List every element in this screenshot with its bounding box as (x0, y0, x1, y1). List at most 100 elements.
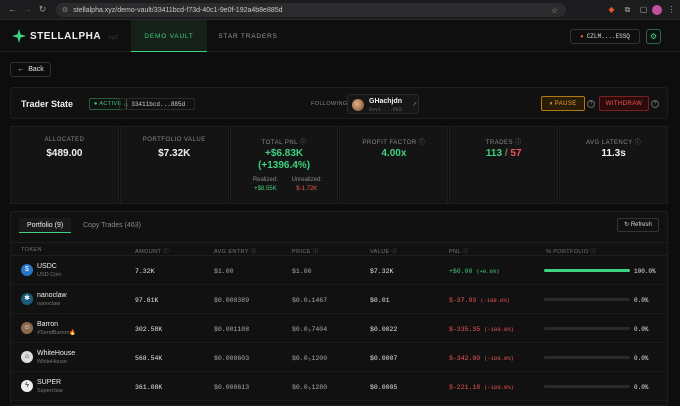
browser-menu-icon[interactable]: ⋮ (666, 4, 677, 15)
token-name: #SendBarron🔥 (37, 330, 77, 336)
table-row[interactable]: ϟ SUPER Superclaw 361.08K $0.000613 $0.0₅1280… (11, 373, 667, 401)
token-avg-entry: $0.000603 (214, 355, 250, 362)
profit-factor-info-icon[interactable]: ⓘ (419, 140, 426, 146)
reload-icon[interactable]: ↻ (36, 4, 49, 15)
table-row[interactable]: ⌂ WhiteHouse WhiteHouse 568.54K $0.000603 $0.… (11, 344, 667, 372)
claw-icon: ✱ (21, 293, 33, 305)
col-portfolio-pct-label: % PORTFOLIO (546, 249, 589, 255)
extension-fox-icon[interactable]: ◆ (606, 4, 617, 15)
refresh-label: Refresh (630, 222, 652, 228)
stat-allocated: ALLOCATED $489.00 (10, 126, 119, 204)
token-pnl: $-335.35 (-100.0%) (449, 326, 514, 333)
tab-demo-vault[interactable]: DEMO VAULT (131, 20, 207, 52)
bookmark-star-icon[interactable]: ☆ (551, 6, 558, 15)
token-price: $0.0₅7404 (292, 326, 328, 333)
portfolio-percent: 0.0% (634, 384, 649, 391)
portfolio-share-fill (544, 269, 630, 272)
forward-arrow-icon[interactable]: → (21, 4, 34, 14)
app-header: STELLALPHA .xyz DEMO VAULT STAR TRADERS … (0, 20, 680, 52)
token-name: Superclaw (37, 388, 63, 394)
trader-state-title: Trader State (21, 99, 74, 109)
portfolio-share-bar (544, 385, 630, 388)
address-bar[interactable]: ⚙ stellalpha.xyz/demo-vault/33411bcd-f73… (56, 3, 566, 17)
withdraw-button[interactable]: WITHDRAW (599, 96, 649, 111)
trades-value: 113 / 57 (450, 148, 557, 159)
site-info-icon[interactable]: ⚙ (62, 6, 68, 14)
unrealized-label: Unrealized: (291, 177, 322, 183)
pnl-percent: (-100.0%) (484, 384, 514, 391)
followed-trader-address: 8xvt....PKS (369, 107, 403, 113)
token-symbol: USDC (37, 263, 57, 270)
stat-label: TOTAL PNL ⓘ (231, 137, 338, 146)
pnl-percent: (-100.0%) (484, 355, 514, 362)
back-button[interactable]: ← Back (10, 62, 51, 77)
brand-logo[interactable]: STELLALPHA .xyz (12, 29, 118, 43)
back-arrow-icon[interactable]: ← (6, 4, 19, 14)
col-avg-entry[interactable]: AVG ENTRY ⓘ (214, 247, 257, 255)
pnl-percent: (-100.0%) (480, 297, 510, 304)
col-portfolio-pct[interactable]: % PORTFOLIO ⓘ (546, 247, 596, 255)
withdraw-info-icon[interactable]: ? (651, 100, 659, 108)
table-row[interactable]: ✱ nanoclaw nanoclaw 97.61K $0.000389 $0.0₄146… (11, 286, 667, 314)
trades-wins: 113 (485, 148, 503, 159)
token-value: $0.01 (370, 297, 390, 304)
table-row[interactable]: ☺ Barron #SendBarron🔥 302.58K $0.001108 $0.0₅… (11, 315, 667, 343)
portfolio-panel: Portfolio (9) Copy Trades (463) ↻ Refres… (10, 211, 668, 406)
wallet-address: CZLM....ESSQ (586, 33, 630, 40)
col-value[interactable]: VALUE ⓘ (370, 247, 397, 255)
profit-factor-label: PROFIT FACTOR (362, 140, 417, 146)
portfolio-percent: 0.0% (634, 326, 649, 333)
token-avg-entry: $0.001108 (214, 326, 250, 333)
latency-info-icon[interactable]: ⓘ (635, 140, 642, 146)
token-pnl: $-221.18 (-100.0%) (449, 384, 514, 391)
profile-avatar[interactable] (652, 5, 662, 15)
token-amount: 7.32K (135, 268, 155, 275)
external-link-icon[interactable]: ↗ (412, 101, 417, 108)
stat-trades: TRADES ⓘ 113 / 57 (449, 126, 559, 204)
token-amount: 361.08K (135, 384, 163, 391)
followed-trader-card[interactable]: GHachjdn 8xvt....PKS ↗ (347, 94, 419, 114)
refresh-button[interactable]: ↻ Refresh (617, 218, 659, 232)
settings-gear-icon[interactable]: ⚙ (646, 29, 661, 44)
tab-copy-trades[interactable]: Copy Trades (463) (75, 218, 149, 233)
token-price: $0.0₄1467 (292, 297, 328, 304)
tab-portfolio[interactable]: Portfolio (9) (19, 218, 72, 233)
col-price[interactable]: PRICE ⓘ (292, 247, 319, 255)
pause-info-icon[interactable]: ? (587, 100, 595, 108)
total-pnl-percent: (+1396.4%) (258, 160, 311, 171)
token-price: $0.0₅1280 (292, 384, 328, 391)
table-row[interactable]: $ USDC USD Coin 7.32K $1.00 $1.00 $7.32K +$0.00… (11, 257, 667, 285)
vault-id-chip[interactable]: ▭ 33411bcd...885d (119, 98, 195, 110)
stat-value: $489.00 (46, 148, 83, 159)
portfolio-percent: 100.0% (634, 268, 656, 275)
building-icon: ⌂ (21, 351, 33, 363)
stat-avg-latency: AVG LATENCY ⓘ 11.3s (559, 126, 668, 204)
token-avg-entry: $0.000389 (214, 297, 250, 304)
wallet-button[interactable]: ● CZLM....ESSQ (570, 29, 640, 44)
person-icon: ☺ (21, 322, 33, 334)
token-price: $0.0₅1200 (292, 355, 328, 362)
pnl-info-icon[interactable]: ⓘ (300, 140, 307, 146)
brand-name: STELLALPHA (30, 30, 102, 42)
col-pnl[interactable]: PNL ⓘ (449, 247, 469, 255)
col-price-label: PRICE (292, 249, 311, 255)
extensions-puzzle-icon[interactable]: ⧉ (622, 4, 633, 15)
token-value: $0.0005 (370, 384, 398, 391)
vault-id: 33411bcd...885d (131, 101, 186, 108)
token-amount: 568.54K (135, 355, 163, 362)
pause-button[interactable]: ⏸ PAUSE (541, 96, 585, 111)
pnl-amount: $-342.80 (449, 355, 481, 362)
col-value-label: VALUE (370, 249, 390, 255)
total-pnl-label: TOTAL PNL (261, 140, 298, 146)
browser-toolbar: ← → ↻ ⚙ stellalpha.xyz/demo-vault/33411b… (0, 0, 680, 20)
pause-label: PAUSE (554, 101, 577, 107)
stats-row: ALLOCATED $489.00 PORTFOLIO VALUE $7.32K… (10, 126, 668, 204)
col-avg-entry-label: AVG ENTRY (214, 249, 249, 255)
token-amount: 97.61K (135, 297, 159, 304)
trades-info-icon[interactable]: ⓘ (515, 140, 522, 146)
sidepanel-icon[interactable]: ▢ (638, 4, 649, 15)
stat-label: AVG LATENCY ⓘ (560, 137, 667, 146)
tab-star-traders[interactable]: STAR TRADERS (213, 20, 283, 52)
col-amount[interactable]: AMOUNT ⓘ (135, 247, 169, 255)
token-name: WhiteHouse (37, 359, 67, 365)
